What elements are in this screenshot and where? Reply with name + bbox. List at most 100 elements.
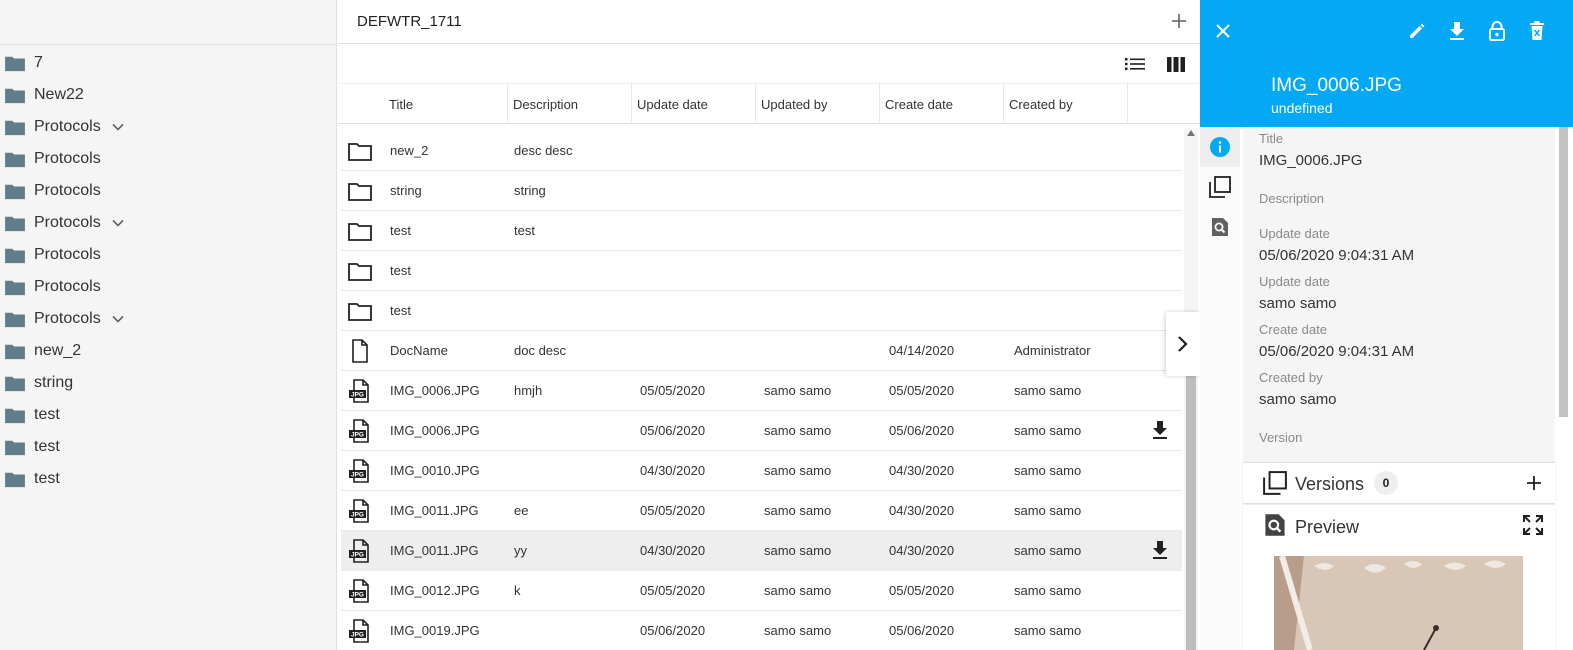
tree-item[interactable]: new_2 bbox=[0, 335, 337, 367]
cell-update-date: 05/06/2020 bbox=[640, 623, 706, 638]
field-value-updated-by: samo samo bbox=[1259, 295, 1337, 312]
cell-title: IMG_0010.JPG bbox=[390, 463, 480, 478]
table-row[interactable]: JPG IMG_0010.JPG 04/30/2020 samo samo 04/30/… bbox=[341, 451, 1182, 491]
table-row[interactable]: JPG IMG_0011.JPG yy 04/30/2020 samo samo 04/3… bbox=[341, 531, 1182, 571]
tree-item-label: Protocols bbox=[34, 246, 101, 263]
cell-created-by: samo samo bbox=[1014, 423, 1082, 438]
properties-section: Title IMG_0006.JPG Description Update da… bbox=[1243, 127, 1555, 462]
details-subtitle: undefined bbox=[1271, 100, 1333, 116]
tree-item[interactable]: Protocols bbox=[0, 111, 337, 143]
table-row[interactable]: test bbox=[341, 251, 1182, 291]
tab-preview[interactable] bbox=[1200, 207, 1240, 247]
svg-text:JPG: JPG bbox=[351, 552, 364, 559]
pencil-icon bbox=[1410, 23, 1425, 38]
tree-item[interactable]: Protocols bbox=[0, 271, 337, 303]
table-row[interactable]: JPG IMG_0006.JPG 05/06/2020 samo samo 05/06/… bbox=[341, 411, 1182, 451]
cell-created-by: samo samo bbox=[1014, 463, 1082, 478]
table-row[interactable]: JPG IMG_0011.JPG ee 05/05/2020 samo samo 04/3… bbox=[341, 491, 1182, 531]
versions-title: Versions bbox=[1295, 474, 1365, 494]
cell-title: DocName bbox=[390, 343, 448, 358]
column-header-created-by[interactable]: Created by bbox=[1004, 84, 1128, 124]
cell-title: IMG_0006.JPG bbox=[390, 383, 480, 398]
column-header-description[interactable]: Description bbox=[508, 84, 632, 124]
tree-item[interactable]: string bbox=[0, 367, 337, 399]
chevron-down-icon[interactable] bbox=[111, 216, 125, 230]
table-row[interactable]: JPG IMG_0019.JPG 05/06/2020 samo samo 05/06/… bbox=[341, 611, 1182, 650]
add-version-button[interactable] bbox=[1523, 472, 1545, 494]
table-row[interactable]: JPG IMG_0006.JPG hmjh 05/05/2020 samo samo 05… bbox=[341, 371, 1182, 411]
tree-item[interactable]: test bbox=[0, 463, 337, 495]
table-row[interactable]: string string bbox=[341, 171, 1182, 211]
tab-info[interactable] bbox=[1200, 127, 1240, 167]
table-row[interactable]: JPG IMG_0012.JPG k 05/05/2020 samo samo 05/05… bbox=[341, 571, 1182, 611]
cell-title: IMG_0012.JPG bbox=[390, 583, 480, 598]
edit-button[interactable] bbox=[1405, 19, 1429, 43]
tree-item[interactable]: Protocols bbox=[0, 303, 337, 335]
scroll-up-arrow-icon[interactable] bbox=[1187, 130, 1195, 136]
svg-text:JPG: JPG bbox=[351, 472, 364, 479]
fullscreen-icon[interactable] bbox=[1521, 513, 1545, 537]
column-header-update-date[interactable]: Update date bbox=[632, 84, 756, 124]
table-row[interactable]: test bbox=[341, 291, 1182, 331]
document-icon bbox=[352, 339, 368, 363]
list-header: DEFWTR_1711 bbox=[338, 0, 1200, 44]
preview-icon bbox=[1265, 514, 1285, 536]
cell-description: doc desc bbox=[514, 343, 567, 358]
tree-item-label: Protocols bbox=[34, 182, 101, 199]
preview-image[interactable] bbox=[1274, 556, 1523, 650]
table-row[interactable]: DocName doc desc 04/14/2020 Administrator bbox=[341, 331, 1182, 371]
list-scrollbar[interactable] bbox=[1184, 128, 1198, 650]
tree-item[interactable]: Protocols bbox=[0, 239, 337, 271]
lock-button[interactable] bbox=[1485, 19, 1509, 43]
grid-view-button[interactable] bbox=[1165, 54, 1187, 74]
tree-item-label: string bbox=[34, 374, 74, 391]
preview-title: Preview bbox=[1295, 517, 1360, 537]
folder-tree: 7 New22 Protocols Protocols Protocols Protoco… bbox=[0, 0, 337, 650]
column-header-create-date[interactable]: Create date bbox=[880, 84, 1004, 124]
scroll-thumb[interactable] bbox=[1186, 376, 1196, 650]
column-header-updated-by[interactable]: Updated by bbox=[756, 84, 880, 124]
document-rows: new_2 desc desc string string test test test te… bbox=[338, 131, 1200, 650]
tree-item[interactable]: Protocols bbox=[0, 207, 337, 239]
folder-icon bbox=[5, 312, 25, 328]
versions-section[interactable]: Versions 0 bbox=[1243, 462, 1555, 504]
download-button[interactable] bbox=[1445, 19, 1469, 43]
cell-description: yy bbox=[514, 543, 527, 558]
cell-description: desc desc bbox=[514, 143, 573, 158]
delete-button[interactable] bbox=[1525, 19, 1549, 43]
cell-update-date: 05/06/2020 bbox=[640, 423, 706, 438]
tree-list: 7 New22 Protocols Protocols Protocols Protoco… bbox=[0, 47, 337, 495]
tree-item[interactable]: Protocols bbox=[0, 175, 337, 207]
tree-item-label: test bbox=[34, 406, 60, 423]
table-row[interactable]: new_2 desc desc bbox=[341, 131, 1182, 171]
download-icon[interactable] bbox=[1150, 420, 1170, 440]
cell-update-date: 05/05/2020 bbox=[640, 583, 706, 598]
tree-item[interactable]: 7 bbox=[0, 47, 337, 79]
preview-section: Preview bbox=[1243, 505, 1555, 650]
properties-scrollbar[interactable] bbox=[1559, 127, 1568, 417]
download-icon[interactable] bbox=[1150, 540, 1170, 560]
chevron-down-icon[interactable] bbox=[111, 120, 125, 134]
tree-item[interactable]: test bbox=[0, 399, 337, 431]
plus-icon bbox=[1172, 14, 1186, 28]
cell-update-date: 04/30/2020 bbox=[640, 543, 706, 558]
cell-created-by: samo samo bbox=[1014, 543, 1082, 558]
close-button[interactable] bbox=[1211, 19, 1235, 43]
chevron-down-icon[interactable] bbox=[111, 312, 125, 326]
tree-item[interactable]: Protocols bbox=[0, 143, 337, 175]
cell-update-date: 04/30/2020 bbox=[640, 463, 706, 478]
list-view-button[interactable] bbox=[1124, 54, 1146, 74]
tree-item-label: Protocols bbox=[34, 310, 101, 327]
column-header-title[interactable]: Title bbox=[384, 84, 508, 124]
table-row[interactable]: test test bbox=[341, 211, 1182, 251]
jpg-file-icon: JPG bbox=[349, 539, 369, 563]
column-view-icon bbox=[1167, 56, 1185, 72]
delete-icon bbox=[1530, 21, 1544, 40]
tree-item[interactable]: test bbox=[0, 431, 337, 463]
svg-text:JPG: JPG bbox=[351, 512, 364, 519]
add-button[interactable] bbox=[1168, 10, 1190, 32]
tab-versions[interactable] bbox=[1200, 167, 1240, 207]
cell-create-date: 05/06/2020 bbox=[889, 623, 955, 638]
collapse-panel-button[interactable] bbox=[1166, 312, 1200, 376]
tree-item[interactable]: New22 bbox=[0, 79, 337, 111]
